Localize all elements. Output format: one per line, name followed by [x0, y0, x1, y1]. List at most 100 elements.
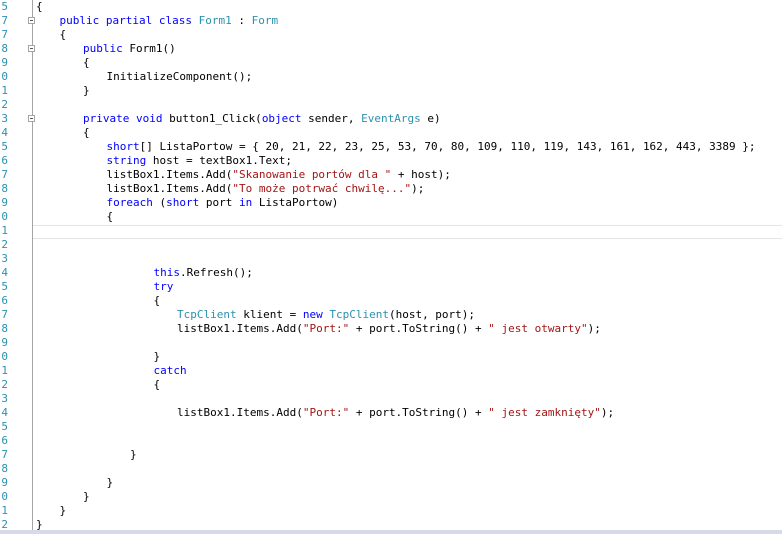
code-line[interactable]: 2	[0, 238, 782, 252]
code-token: host = textBox1.Text;	[146, 154, 292, 167]
keyword-token: string	[106, 154, 147, 167]
code-token: listBox1.Items.Add(	[106, 168, 233, 181]
code-token: }	[83, 490, 90, 503]
line-number: 7	[1, 168, 8, 181]
code-token: );	[600, 406, 615, 419]
code-text: listBox1.Items.Add("Port:" + port.ToStri…	[177, 322, 601, 336]
code-line[interactable]: 9 foreach (short port in ListaPortow)	[0, 196, 782, 210]
code-line[interactable]: 3	[0, 252, 782, 266]
code-text: }	[154, 350, 161, 364]
line-number: 8	[1, 322, 8, 335]
code-token: }	[83, 84, 90, 97]
code-line[interactable]: 4 this.Refresh();	[0, 266, 782, 280]
code-token: listBox1.Items.Add(	[106, 182, 233, 195]
code-token: e)	[420, 112, 441, 125]
code-editor[interactable]: 5{7 public partial class Form1 : Form 7{8 p…	[0, 0, 782, 534]
code-line[interactable]: 1}	[0, 504, 782, 518]
keyword-token: private void	[83, 112, 170, 125]
code-text: this.Refresh();	[154, 266, 253, 280]
type-token: EventArgs	[361, 112, 421, 125]
collapse-icon[interactable]	[28, 17, 35, 24]
code-text: }	[60, 504, 67, 518]
code-line[interactable]: 3 private void button1_Click(object sende…	[0, 112, 782, 126]
line-number: 5	[1, 420, 8, 433]
keyword-token: new	[302, 308, 330, 321]
code-line[interactable]: 0}	[0, 490, 782, 504]
line-number: 2	[1, 98, 8, 111]
line-number: 3	[1, 392, 8, 405]
code-line[interactable]: 7 listBox1.Items.Add("Skanowanie portów d…	[0, 168, 782, 182]
code-line[interactable]: 4 listBox1.Items.Add("Port:" + port.ToStr…	[0, 406, 782, 420]
code-token: {	[153, 294, 161, 307]
code-line[interactable]: 7 public partial class Form1 : Form	[0, 14, 782, 28]
code-line[interactable]: 6 string host = textBox1.Text;	[0, 154, 782, 168]
string-token: "Port:"	[302, 322, 350, 335]
code-line[interactable]: 2	[0, 98, 782, 112]
code-token: Form1()	[129, 42, 176, 55]
code-line[interactable]: 1 catch	[0, 364, 782, 378]
code-token: + port.ToString() +	[349, 322, 489, 335]
code-line[interactable]: 6	[0, 434, 782, 448]
collapse-icon[interactable]	[28, 45, 35, 52]
code-token: (host, port);	[388, 308, 476, 321]
code-line[interactable]: 3	[0, 392, 782, 406]
code-text: private void button1_Click(object sender…	[83, 112, 441, 126]
code-token: InitializeComponent();	[106, 70, 253, 83]
code-token: {	[36, 0, 43, 13]
code-line[interactable]: 9	[0, 336, 782, 350]
code-line[interactable]: 5	[0, 420, 782, 434]
line-number: 3	[1, 112, 8, 125]
keyword-token: public	[83, 42, 130, 55]
code-text: listBox1.Items.Add("To może potrwać chwi…	[107, 182, 425, 196]
code-line[interactable]: 5 short[] ListaPortow = { 20, 21, 22, 23,…	[0, 140, 782, 154]
code-line[interactable]: 8 listBox1.Items.Add("To może potrwać chw…	[0, 182, 782, 196]
code-line[interactable]: 8 listBox1.Items.Add("Port:" + port.ToStr…	[0, 322, 782, 336]
code-token: ListaPortow)	[252, 196, 339, 209]
keyword-token: object	[261, 112, 302, 125]
code-line[interactable]: 4{	[0, 126, 782, 140]
code-token: {	[83, 126, 90, 139]
string-token: "Skanowanie portów dla "	[232, 168, 392, 181]
code-text: foreach (short port in ListaPortow)	[107, 196, 339, 210]
keyword-token: foreach	[106, 196, 153, 209]
code-line[interactable]: 6{	[0, 294, 782, 308]
code-line[interactable]: 7}	[0, 448, 782, 462]
code-token: {	[153, 378, 161, 391]
collapse-icon[interactable]	[28, 115, 35, 122]
code-line[interactable]: 1	[0, 224, 782, 238]
code-token: {	[83, 56, 90, 69]
line-number: 4	[1, 406, 8, 419]
code-line[interactable]: 5 try	[0, 280, 782, 294]
line-number: 7	[1, 448, 8, 461]
code-line[interactable]: 7{	[0, 28, 782, 42]
keyword-token: this	[153, 266, 181, 279]
code-line[interactable]: 0{	[0, 210, 782, 224]
line-number: 4	[1, 266, 8, 279]
code-line[interactable]: 9}	[0, 476, 782, 490]
code-text: }	[130, 448, 137, 462]
keyword-token: catch	[153, 364, 187, 377]
line-number: 7	[1, 28, 8, 41]
code-line[interactable]: 5{	[0, 0, 782, 14]
line-number: 6	[1, 294, 8, 307]
code-line[interactable]: 8 public Form1()	[0, 42, 782, 56]
code-token: }	[59, 504, 67, 517]
code-line[interactable]: 1}	[0, 84, 782, 98]
code-line[interactable]: 0 InitializeComponent();	[0, 70, 782, 84]
line-number: 5	[1, 0, 8, 13]
line-number: 8	[1, 42, 8, 55]
code-token: sender,	[301, 112, 362, 125]
line-number: 3	[1, 252, 8, 265]
code-line[interactable]: 0}	[0, 350, 782, 364]
line-number: 9	[1, 476, 8, 489]
code-text: public partial class Form1 : Form	[60, 14, 279, 28]
code-token: .Refresh();	[180, 266, 253, 279]
code-line[interactable]: 7 TcpClient klient = new TcpClient(host, …	[0, 308, 782, 322]
line-number: 1	[1, 364, 8, 377]
code-line[interactable]: 8	[0, 462, 782, 476]
code-token: port	[199, 196, 239, 209]
code-line[interactable]: 9{	[0, 56, 782, 70]
code-line[interactable]: 2{	[0, 378, 782, 392]
keyword-token: public partial class	[59, 14, 199, 27]
code-text: {	[83, 56, 90, 70]
